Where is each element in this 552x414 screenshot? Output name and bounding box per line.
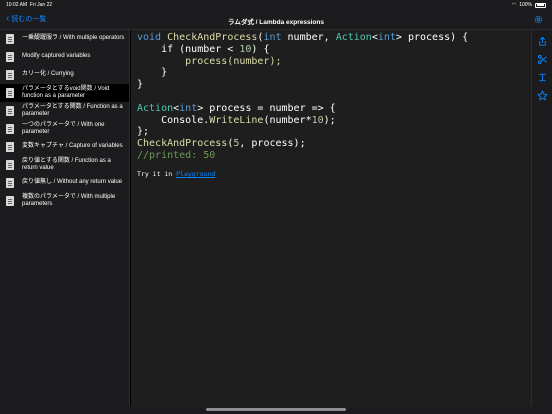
sidebar-item-modify-captured-variables[interactable]: Modify captured variables bbox=[0, 48, 129, 66]
page-title: ラムダ式 / Lambda expressions bbox=[228, 19, 324, 26]
code-content: void CheckAndProcess(int number, Action<… bbox=[131, 30, 531, 406]
right-toolbar bbox=[531, 30, 552, 406]
document-icon bbox=[6, 34, 14, 44]
sidebar-item-label: 戻り値無し / Without any return value bbox=[22, 179, 123, 186]
share-icon[interactable] bbox=[537, 36, 548, 47]
sidebar: ー乗醍躍服ラ / With multiple operators Modify … bbox=[0, 30, 130, 406]
sidebar-item-without-return-value[interactable]: 戻り値無し / Without any return value bbox=[0, 174, 129, 192]
code-block: void CheckAndProcess(int number, Action<… bbox=[137, 32, 468, 162]
sidebar-item-function-as-return-value[interactable]: 戻り値とする関数 / Function as a return value bbox=[0, 156, 129, 174]
sidebar-item-with-multiple-parameters[interactable]: 複数のパラメータで / With multiple parameters bbox=[0, 192, 129, 210]
document-icon bbox=[6, 142, 14, 152]
sidebar-item-currying[interactable]: カリー化 / Currying bbox=[0, 66, 129, 84]
document-icon bbox=[6, 178, 14, 188]
code-line: Console.WriteLine(number*10); bbox=[137, 114, 336, 126]
code-line: } bbox=[137, 67, 168, 79]
wifi-icon: ◠ bbox=[511, 2, 517, 8]
status-time: 10:02 AM Fri Jan 22 bbox=[6, 2, 53, 8]
sidebar-item-label: 複数のパラメータで / With multiple parameters bbox=[22, 193, 116, 208]
battery-percent: 100% bbox=[519, 2, 532, 8]
document-icon bbox=[6, 124, 14, 134]
try-it-line: Try it in Playground bbox=[137, 170, 215, 178]
try-it-prefix: Try it in bbox=[137, 170, 177, 178]
sidebar-item-label: 変数キャプチャ / Capture of variables bbox=[22, 143, 123, 150]
playground-link[interactable]: Playground bbox=[176, 170, 215, 178]
code-line: }; bbox=[137, 126, 150, 138]
sidebar-item-label: パラメータとする関数 / Function as a parameter bbox=[22, 103, 123, 118]
sidebar-item-label: ー乗醍躍服ラ / With multiple operators bbox=[22, 35, 125, 42]
sidebar-item-capture-of-variables[interactable]: 変数キャプチャ / Capture of variables bbox=[0, 138, 129, 156]
code-line: void CheckAndProcess(int number, Action<… bbox=[137, 32, 469, 43]
code-line: CheckAndProcess(5, process); bbox=[137, 138, 306, 150]
sidebar-item-label: 戻り値とする関数 / Function as a return value bbox=[22, 157, 111, 172]
scissors-icon[interactable] bbox=[537, 54, 548, 65]
sidebar-item-with-one-parameter[interactable]: 一つのパラメータで / With one parameter bbox=[0, 120, 129, 138]
status-right: ◠ 100% bbox=[512, 2, 546, 8]
gear-icon[interactable] bbox=[533, 14, 544, 25]
sidebar-item-label: カリー化 / Currying bbox=[22, 71, 74, 78]
code-line: if (number < 10) { bbox=[137, 43, 270, 55]
document-icon bbox=[6, 52, 14, 62]
code-line: process(number); bbox=[137, 55, 282, 67]
code-line: Action<int> process = number => { bbox=[137, 102, 336, 114]
star-icon[interactable] bbox=[537, 90, 548, 101]
status-bar: 10:02 AM Fri Jan 22 ◠ 100% bbox=[0, 0, 552, 10]
sidebar-item-with-multiple-operators[interactable]: ー乗醍躍服ラ / With multiple operators bbox=[0, 30, 129, 48]
sidebar-item-label: 一つのパラメータで / With one parameter bbox=[22, 121, 105, 136]
document-icon bbox=[6, 196, 14, 206]
document-icon bbox=[6, 106, 14, 116]
document-icon bbox=[6, 70, 14, 80]
sidebar-item-label: パラメータとするvoid関数 / Void function as a para… bbox=[22, 85, 110, 100]
code-line: //printed: 50 bbox=[137, 149, 216, 161]
battery-icon bbox=[535, 2, 546, 8]
text-size-icon[interactable] bbox=[537, 72, 548, 83]
home-indicator[interactable] bbox=[206, 408, 346, 411]
sidebar-item-function-as-parameter[interactable]: パラメータとする関数 / Function as a parameter bbox=[0, 102, 129, 120]
code-line: } bbox=[137, 79, 144, 91]
sidebar-item-label: Modify captured variables bbox=[22, 53, 91, 60]
document-icon bbox=[6, 88, 14, 98]
sidebar-item-void-function-as-parameter[interactable]: パラメータとするvoid関数 / Void function as a para… bbox=[0, 84, 129, 102]
navigation-bar: ‹ 読むの一覧 ラムダ式 / Lambda expressions bbox=[0, 10, 552, 30]
document-icon bbox=[6, 160, 14, 170]
